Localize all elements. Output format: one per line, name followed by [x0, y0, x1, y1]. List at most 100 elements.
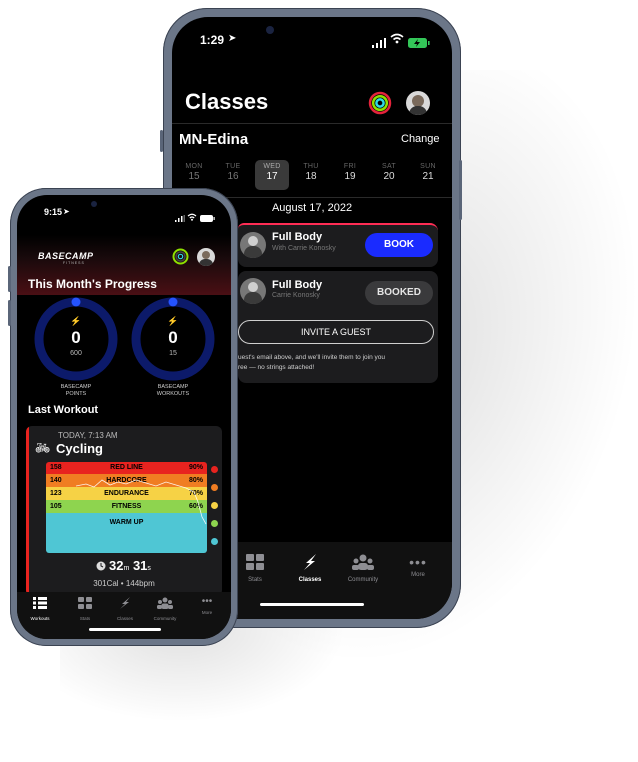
workout-time: TODAY, 7:13 AM: [58, 431, 118, 440]
duration-seconds: 31: [132, 558, 148, 573]
avatar[interactable]: [406, 91, 430, 115]
workout-card[interactable]: TODAY, 7:13 AM 🚲︎ Cycling 158 RED LINE 9…: [26, 426, 222, 596]
wifi-icon: [390, 33, 404, 47]
week-day-number: 16: [227, 171, 239, 182]
duration-minutes: 32: [109, 558, 124, 573]
class-name: Full Body: [272, 231, 323, 243]
week-day-number: 15: [188, 171, 200, 182]
front-phone-notch: [77, 195, 171, 217]
tab-community[interactable]: Community: [338, 554, 388, 583]
tab-community[interactable]: Community: [145, 596, 185, 621]
workouts-icon: [33, 597, 47, 609]
week-day-label: SAT: [382, 163, 396, 170]
workouts-icon: ⚡: [167, 316, 179, 326]
workout-duration: 32m 31s: [109, 558, 151, 573]
camera-icon: [91, 201, 97, 207]
week-day-label: THU: [303, 163, 319, 170]
tab-classes-label: Classes: [298, 577, 322, 583]
duration-seconds-unit: s: [147, 565, 151, 572]
week-day-thu[interactable]: THU 18: [294, 160, 328, 190]
invite-description: uest's email above, and we'll invite the…: [238, 354, 386, 361]
points-label: BASECAMP POINTS: [33, 384, 119, 398]
change-location-link[interactable]: Change: [401, 133, 440, 145]
class-instructor: Carrie Konosky: [272, 292, 320, 299]
week-day-sat[interactable]: SAT 20: [372, 160, 406, 190]
heart-rate-zone-chart: 158 RED LINE 90% 140 HARDCORE 80% 123 EN…: [46, 462, 207, 553]
location-name: MN-Edina: [179, 131, 249, 148]
activity-rings-icon[interactable]: [172, 248, 189, 270]
camera-icon: [266, 26, 274, 34]
zone-dot-yellow: [211, 502, 218, 509]
cycling-icon: 🚲︎: [35, 441, 51, 455]
class-instructor: With Carrie Konosky: [272, 245, 336, 252]
week-day-tue[interactable]: TUE 16: [216, 160, 250, 190]
class-card-booked[interactable]: Full Body Carrie Konosky BOOKED INVITE A…: [238, 271, 438, 383]
workout-type: Cycling: [56, 441, 103, 456]
points-value: 0: [71, 328, 81, 347]
wifi-icon: [187, 208, 197, 226]
tab-more[interactable]: ••• More: [393, 554, 443, 578]
front-phone-screen: 9:15 ➤ BASECAMP FITNESS This Month's Pro…: [17, 195, 231, 639]
week-day-mon[interactable]: MON 15: [177, 160, 211, 190]
stats-icon: [78, 597, 92, 609]
class-name: Full Body: [272, 279, 323, 291]
home-indicator: [89, 628, 161, 631]
home-indicator: [260, 603, 364, 606]
week-day-label: WED: [263, 163, 281, 170]
page-title: Classes: [185, 89, 269, 114]
points-bolt-icon: ⚡: [70, 316, 82, 326]
last-workout-title: Last Workout: [28, 404, 99, 416]
invite-guest-button[interactable]: INVITE A GUEST: [238, 320, 434, 344]
avatar[interactable]: [197, 248, 215, 266]
week-day-number: 18: [305, 171, 317, 182]
tab-stats[interactable]: Stats: [65, 596, 105, 621]
workouts-ring: ⚡ 0 15: [130, 296, 216, 382]
activity-rings-icon[interactable]: [368, 91, 392, 120]
back-phone-power-button: [459, 160, 462, 220]
points-goal: 600: [70, 350, 82, 357]
community-icon: [157, 597, 173, 609]
workout-summary: 301Cal • 144bpm: [93, 579, 155, 588]
location-arrow-icon: ➤: [228, 33, 237, 44]
booked-button[interactable]: BOOKED: [365, 281, 433, 305]
location-arrow-icon: ➤: [63, 207, 70, 216]
zone-dot-orange: [211, 484, 218, 491]
week-day-number: 19: [344, 171, 356, 182]
tab-classes[interactable]: Classes: [285, 554, 335, 583]
battery-icon: [200, 209, 215, 227]
week-day-label: TUE: [225, 163, 241, 170]
tab-community-label: Community: [153, 616, 177, 621]
tab-more[interactable]: ••• More: [187, 596, 227, 615]
workouts-goal: 15: [169, 350, 177, 357]
invite-description-2: ree — no strings attached!: [238, 364, 315, 371]
status-time: 9:15: [44, 207, 63, 217]
week-day-sun[interactable]: SUN 21: [411, 160, 445, 190]
zone-dot-blue: [211, 538, 218, 545]
clock-icon: [96, 561, 106, 574]
classes-icon: [304, 554, 316, 570]
book-button[interactable]: BOOK: [365, 233, 433, 257]
week-day-number: 21: [422, 171, 434, 182]
week-day-number: 17: [266, 171, 278, 182]
tab-classes[interactable]: Classes: [105, 596, 145, 621]
workout-accent-bar: [26, 426, 29, 596]
class-card[interactable]: Full Body With Carrie Konosky BOOK: [238, 223, 438, 267]
instructor-avatar: [240, 232, 266, 258]
back-phone-notch: [252, 17, 372, 47]
stats-icon: [246, 554, 264, 570]
points-label-1: BASECAMP: [60, 384, 92, 390]
week-day-fri[interactable]: FRI 19: [333, 160, 367, 190]
signal-icon: [175, 209, 185, 227]
duration-minutes-unit: m: [123, 565, 130, 572]
tab-workouts[interactable]: Workouts: [20, 596, 60, 621]
week-day-label: FRI: [343, 163, 357, 170]
week-day-wed[interactable]: WED 17: [255, 160, 289, 190]
workouts-label-2: WORKOUTS: [156, 391, 190, 397]
classes-icon: [120, 597, 130, 609]
community-icon: [352, 554, 374, 570]
heart-rate-line: [75, 479, 207, 525]
more-icon: •••: [409, 554, 427, 570]
battery-charging-icon: [408, 35, 430, 53]
tab-stats-label: Stats: [79, 616, 91, 621]
week-day-label: MON: [185, 163, 203, 170]
